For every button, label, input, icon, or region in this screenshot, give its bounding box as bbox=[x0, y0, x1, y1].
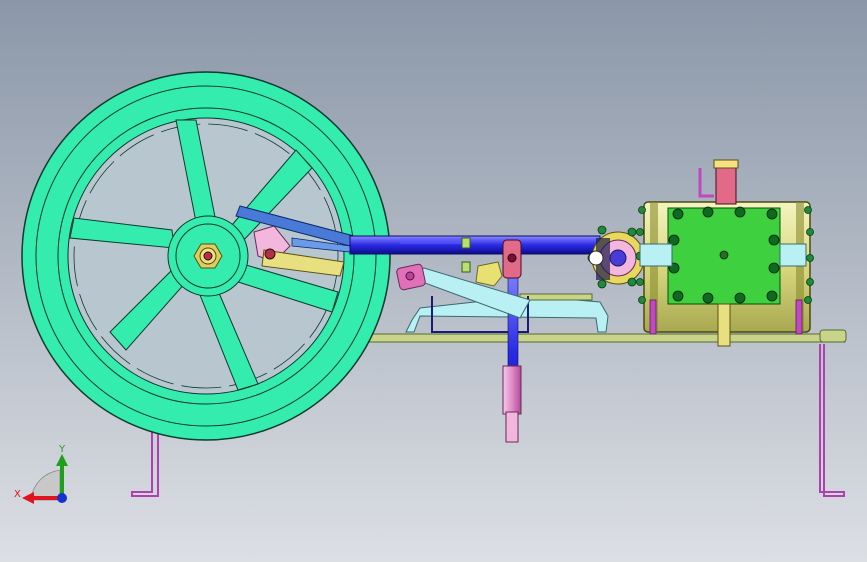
crank-pin bbox=[203, 251, 213, 261]
cad-viewport[interactable]: Y X bbox=[0, 0, 867, 562]
triad-y-label: Y bbox=[58, 444, 66, 455]
eccentric-rod-sleeve[interactable] bbox=[502, 365, 522, 415]
eccentric-rod-tip bbox=[505, 411, 519, 443]
gland[interactable] bbox=[639, 243, 673, 267]
piston-rod[interactable] bbox=[349, 235, 601, 255]
end-cap[interactable] bbox=[779, 243, 807, 267]
exhaust-pipe[interactable] bbox=[717, 303, 731, 347]
rod-collar-2 bbox=[461, 261, 471, 273]
base-plate-edge bbox=[819, 329, 847, 343]
guide-bracket-plate bbox=[519, 293, 593, 301]
rod-collar-1 bbox=[461, 237, 471, 249]
flywheel[interactable] bbox=[21, 71, 391, 441]
triad-x-label: X bbox=[14, 489, 21, 500]
crosshead[interactable] bbox=[502, 239, 522, 279]
